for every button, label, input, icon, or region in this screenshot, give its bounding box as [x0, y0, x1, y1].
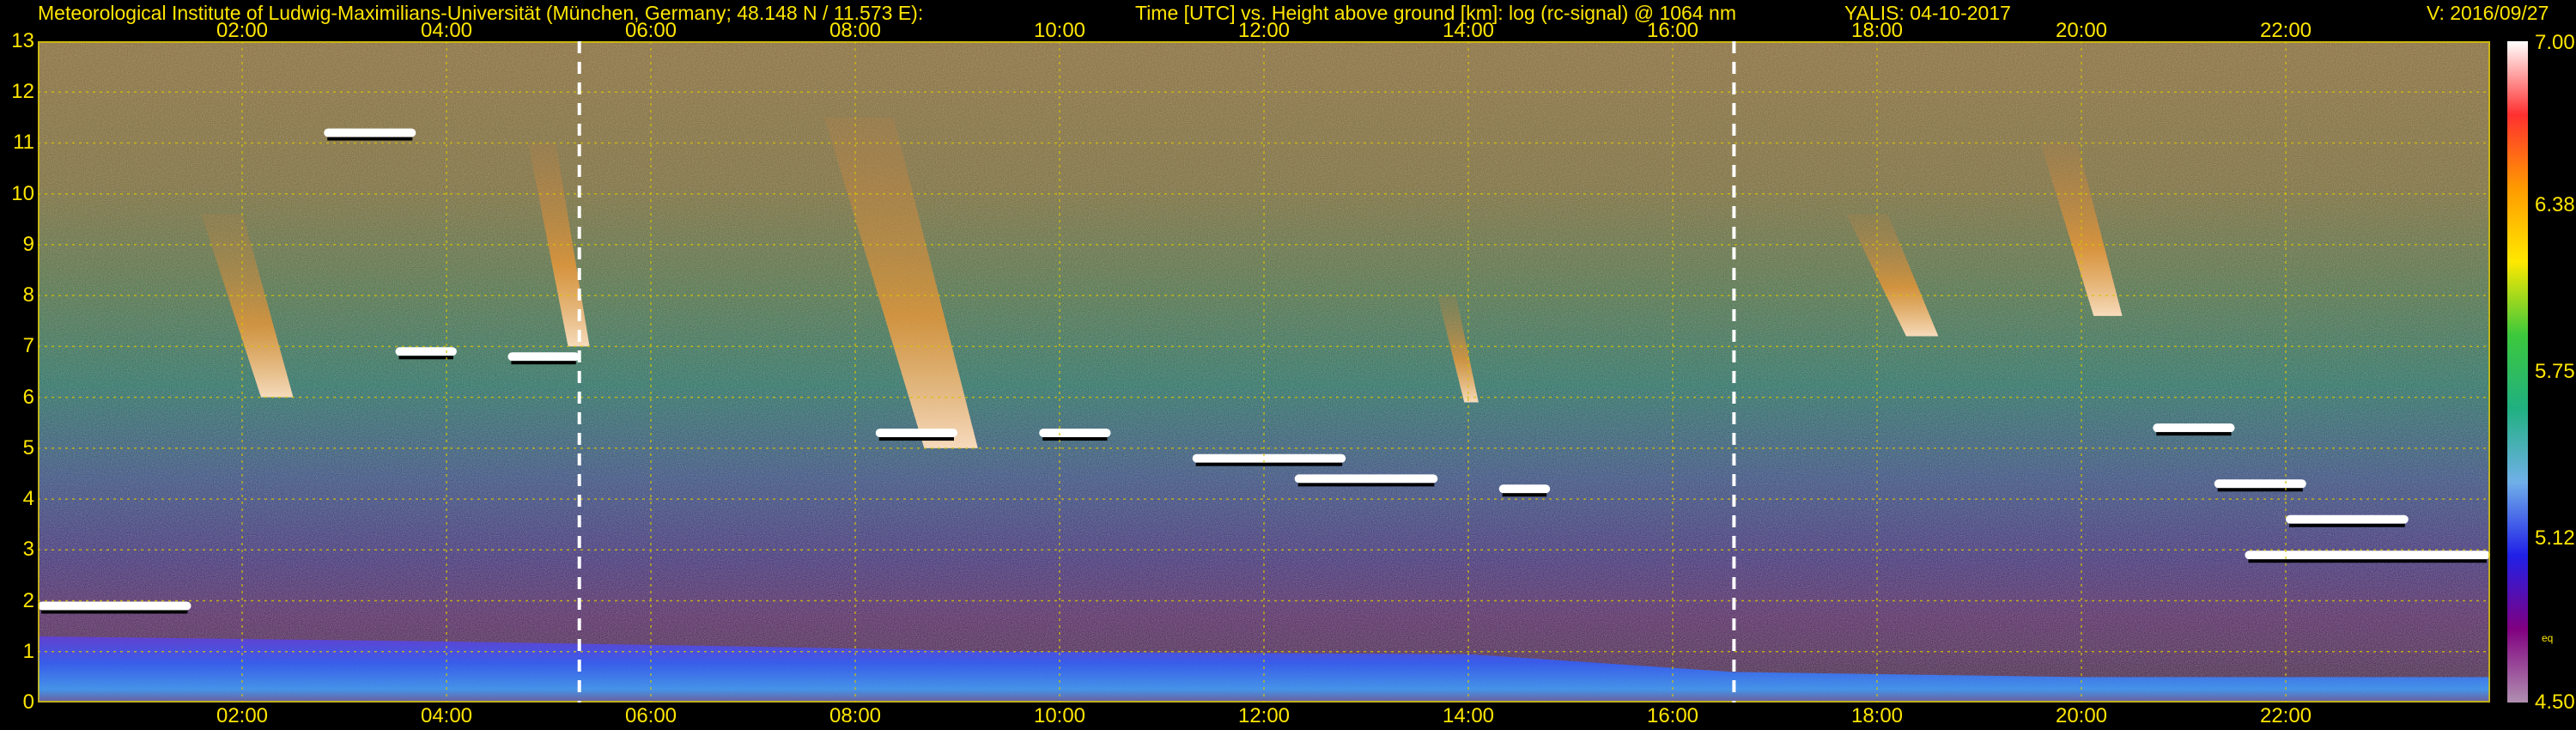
cloud-segment	[324, 128, 416, 137]
cloud-segment	[2153, 423, 2235, 433]
cloud-shadow	[1297, 483, 1435, 487]
x-tick-label-bottom: 04:00	[420, 704, 473, 727]
y-tick-label: 3	[22, 538, 34, 562]
cloud-shadow	[1195, 462, 1343, 466]
cloud-shadow	[511, 361, 576, 365]
lidar-heatmap-svg	[38, 41, 2490, 703]
cloud-shadow	[1502, 493, 1547, 497]
x-tick-label-bottom: 18:00	[1850, 704, 1904, 727]
cloud-shadow	[327, 137, 413, 141]
colorbar-tick-label: 4.50	[2535, 690, 2575, 714]
version-label: V: 2016/09/27	[2427, 2, 2549, 24]
y-tick-label: 10	[11, 181, 34, 205]
cloud-shadow	[1042, 437, 1108, 441]
x-tick-label-top: 12:00	[1237, 19, 1291, 42]
cloud-shadow	[398, 356, 453, 360]
x-tick-label-top: 08:00	[829, 19, 882, 42]
x-tick-label-top: 18:00	[1850, 19, 1904, 42]
cloud-shadow	[2156, 432, 2232, 436]
y-tick-label: 5	[22, 435, 34, 459]
x-tick-label-bottom: 02:00	[216, 704, 269, 727]
y-tick-label: 11	[13, 131, 34, 155]
x-tick-label-top: 20:00	[2055, 19, 2108, 42]
y-tick-label: 13	[11, 29, 34, 52]
colorbar-tick-label: 5.75	[2535, 360, 2575, 383]
colorbar	[2507, 41, 2528, 703]
cloud-segment	[507, 352, 580, 362]
cloud-segment	[2286, 514, 2409, 524]
x-tick-label-top: 10:00	[1033, 19, 1086, 42]
x-tick-label-bottom: 22:00	[2259, 704, 2312, 727]
x-tick-label-bottom: 08:00	[829, 704, 882, 727]
cloud-segment	[1294, 474, 1438, 484]
cloud-shadow	[41, 610, 188, 614]
x-tick-label-bottom: 20:00	[2055, 704, 2108, 727]
colorbar-tick-label: 7.00	[2535, 31, 2575, 54]
cloud-segment	[1039, 429, 1111, 438]
colorbar-unit-label: eq	[2542, 632, 2554, 644]
cloud-segment	[1192, 453, 1346, 463]
x-tick-label-top: 06:00	[624, 19, 677, 42]
x-tick-label-bottom: 10:00	[1033, 704, 1086, 727]
x-tick-label-bottom: 14:00	[1442, 704, 1495, 727]
y-tick-label: 8	[22, 283, 34, 307]
x-tick-label-bottom: 12:00	[1237, 704, 1291, 727]
y-tick-label: 12	[11, 80, 34, 104]
y-tick-label: 0	[22, 690, 34, 714]
cloud-segment	[395, 347, 457, 356]
cloud-shadow	[2289, 523, 2405, 527]
y-tick-label: 1	[22, 639, 34, 663]
y-tick-label: 7	[22, 334, 34, 358]
cloud-shadow	[2248, 559, 2487, 563]
cloud-shadow	[2217, 488, 2303, 492]
colorbar-tick-label: 5.12	[2535, 526, 2575, 551]
y-tick-label: 2	[22, 588, 34, 612]
cloud-shadow	[878, 437, 954, 441]
y-tick-label: 4	[22, 487, 34, 511]
x-tick-label-top: 14:00	[1442, 19, 1495, 42]
cloud-segment	[875, 429, 957, 438]
y-tick-label: 9	[22, 232, 34, 256]
x-tick-label-top: 04:00	[420, 19, 473, 42]
x-tick-label-top: 16:00	[1646, 19, 1699, 42]
y-tick-label: 6	[22, 385, 34, 409]
colorbar-tick-label: 6.38	[2535, 192, 2575, 216]
x-tick-label-top: 22:00	[2259, 19, 2312, 42]
cloud-segment	[2245, 551, 2490, 560]
colorbar-fill	[2507, 41, 2528, 703]
cloud-segment	[1498, 484, 1551, 494]
x-tick-label-top: 02:00	[216, 19, 269, 42]
x-tick-label-bottom: 06:00	[624, 704, 677, 727]
x-tick-label-bottom: 16:00	[1646, 704, 1699, 727]
cloud-segment	[38, 601, 191, 611]
cloud-segment	[2214, 479, 2306, 489]
lidar-heatmap	[38, 41, 2490, 703]
